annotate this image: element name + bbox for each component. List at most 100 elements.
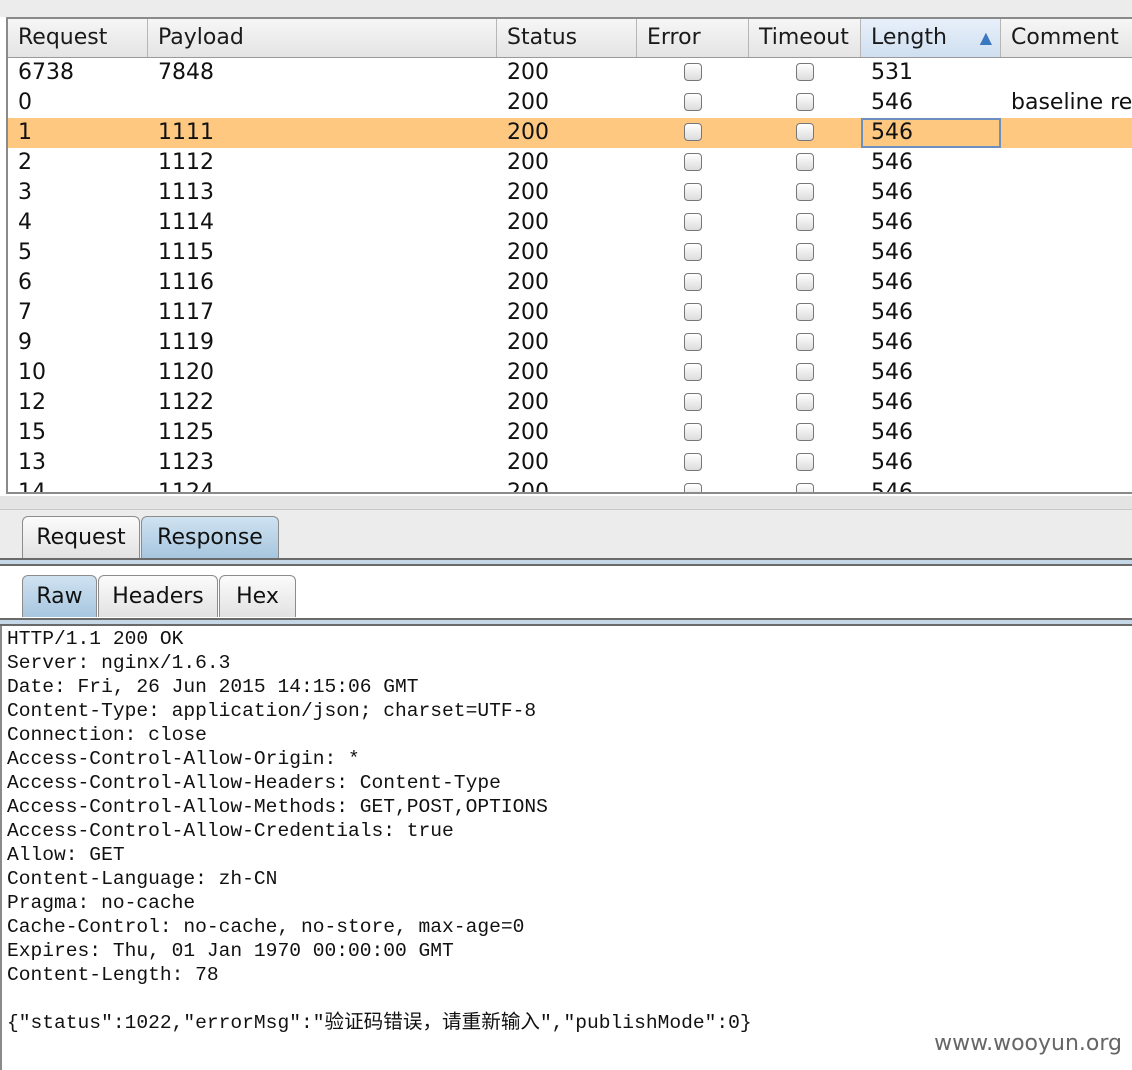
timeout-checkbox[interactable] (796, 453, 814, 471)
timeout-checkbox[interactable] (796, 153, 814, 171)
table-row[interactable]: 6 1116 200 546 (8, 268, 1132, 298)
table-row[interactable]: 3 1113 200 546 (8, 178, 1132, 208)
table-row[interactable]: 5 1115 200 546 (8, 238, 1132, 268)
tab-hex[interactable]: Hex (219, 575, 296, 617)
cell-status: 200 (507, 360, 549, 385)
table-row[interactable]: 12 1122 200 546 (8, 388, 1132, 418)
error-checkbox[interactable] (684, 213, 702, 231)
cell-request: 4 (18, 210, 32, 235)
cell-status: 200 (507, 480, 549, 494)
cell-comment (1001, 478, 1132, 492)
timeout-checkbox[interactable] (796, 303, 814, 321)
cell-comment (1001, 148, 1132, 178)
error-checkbox[interactable] (684, 183, 702, 201)
cell-comment: baseline request (1011, 90, 1132, 115)
timeout-checkbox[interactable] (796, 213, 814, 231)
cell-status: 200 (507, 420, 549, 445)
response-line: Access-Control-Allow-Methods: GET,POST,O… (7, 796, 548, 818)
timeout-checkbox[interactable] (796, 483, 814, 492)
error-checkbox[interactable] (684, 333, 702, 351)
table-row[interactable]: 14 1124 200 546 (8, 478, 1132, 494)
raw-response-view[interactable]: HTTP/1.1 200 OK Server: nginx/1.6.3 Date: … (0, 626, 1132, 1070)
column-header-status[interactable]: Status (497, 19, 637, 57)
tab-response[interactable]: Response (141, 516, 279, 558)
response-line: Access-Control-Allow-Headers: Content-Ty… (7, 772, 501, 794)
cell-payload: 7848 (158, 60, 214, 85)
response-line: Access-Control-Allow-Origin: * (7, 748, 360, 770)
tab-request[interactable]: Request (22, 516, 140, 558)
timeout-checkbox[interactable] (796, 63, 814, 81)
error-checkbox[interactable] (684, 303, 702, 321)
table-row[interactable]: 7 1117 200 546 (8, 298, 1132, 328)
table-row[interactable]: 9 1119 200 546 (8, 328, 1132, 358)
table-row[interactable]: 2 1112 200 546 (8, 148, 1132, 178)
table-row[interactable]: 1 1111 200 546 (8, 118, 1132, 148)
results-table[interactable]: Request Payload Status Error Timeout Len… (6, 17, 1132, 494)
column-header-comment[interactable]: Comment (1001, 19, 1132, 57)
cell-request: 12 (18, 390, 46, 415)
column-header-payload[interactable]: Payload (148, 19, 497, 57)
error-checkbox[interactable] (684, 153, 702, 171)
sub-tab-underline (0, 618, 1132, 626)
response-line: Server: nginx/1.6.3 (7, 652, 231, 674)
column-header-length[interactable]: Length ▲ (861, 19, 1001, 57)
cell-comment (1001, 208, 1132, 238)
response-line: Date: Fri, 26 Jun 2015 14:15:06 GMT (7, 676, 419, 698)
tab-raw[interactable]: Raw (22, 575, 97, 617)
cell-length: 546 (871, 390, 913, 415)
timeout-checkbox[interactable] (796, 243, 814, 261)
error-checkbox[interactable] (684, 63, 702, 81)
cell-length: 546 (871, 240, 913, 265)
timeout-checkbox[interactable] (796, 393, 814, 411)
column-header-request[interactable]: Request (8, 19, 148, 57)
cell-payload: 1122 (158, 390, 214, 415)
timeout-checkbox[interactable] (796, 363, 814, 381)
cell-request: 9 (18, 330, 32, 355)
table-row[interactable]: 0 200 546 baseline request (8, 88, 1132, 118)
cell-payload: 1120 (158, 360, 214, 385)
pane-splitter[interactable] (0, 496, 1132, 510)
tab-headers[interactable]: Headers (98, 575, 218, 617)
cell-payload: 1119 (158, 330, 214, 355)
error-checkbox[interactable] (684, 93, 702, 111)
timeout-checkbox[interactable] (796, 333, 814, 351)
error-checkbox[interactable] (684, 393, 702, 411)
cell-comment (1001, 298, 1132, 328)
sort-ascending-icon: ▲ (979, 28, 992, 47)
cell-length: 546 (871, 180, 913, 205)
error-checkbox[interactable] (684, 453, 702, 471)
cell-request: 10 (18, 360, 46, 385)
column-header-error[interactable]: Error (637, 19, 749, 57)
error-checkbox[interactable] (684, 243, 702, 261)
cell-status: 200 (507, 270, 549, 295)
response-line: Content-Language: zh-CN (7, 868, 278, 890)
cell-comment (1001, 358, 1132, 388)
table-row[interactable]: 13 1123 200 546 (8, 448, 1132, 478)
table-row[interactable]: 15 1125 200 546 (8, 418, 1132, 448)
cell-status: 200 (507, 390, 549, 415)
cell-status: 200 (507, 330, 549, 355)
table-row[interactable]: 10 1120 200 546 (8, 358, 1132, 388)
table-row[interactable]: 6738 7848 200 531 (8, 58, 1132, 88)
cell-length: 546 (871, 210, 913, 235)
error-checkbox[interactable] (684, 123, 702, 141)
cell-status: 200 (507, 120, 549, 145)
cell-status: 200 (507, 180, 549, 205)
response-line: Expires: Thu, 01 Jan 1970 00:00:00 GMT (7, 940, 454, 962)
error-checkbox[interactable] (684, 363, 702, 381)
timeout-checkbox[interactable] (796, 123, 814, 141)
error-checkbox[interactable] (684, 273, 702, 291)
timeout-checkbox[interactable] (796, 183, 814, 201)
cell-length: 546 (871, 360, 913, 385)
response-line: Cache-Control: no-cache, no-store, max-a… (7, 916, 525, 938)
error-checkbox[interactable] (684, 483, 702, 492)
sub-tab-bar: Raw Headers Hex (0, 566, 1132, 618)
cell-comment (1001, 448, 1132, 478)
column-header-timeout[interactable]: Timeout (749, 19, 861, 57)
timeout-checkbox[interactable] (796, 423, 814, 441)
timeout-checkbox[interactable] (796, 273, 814, 291)
cell-request: 5 (18, 240, 32, 265)
error-checkbox[interactable] (684, 423, 702, 441)
timeout-checkbox[interactable] (796, 93, 814, 111)
table-row[interactable]: 4 1114 200 546 (8, 208, 1132, 238)
